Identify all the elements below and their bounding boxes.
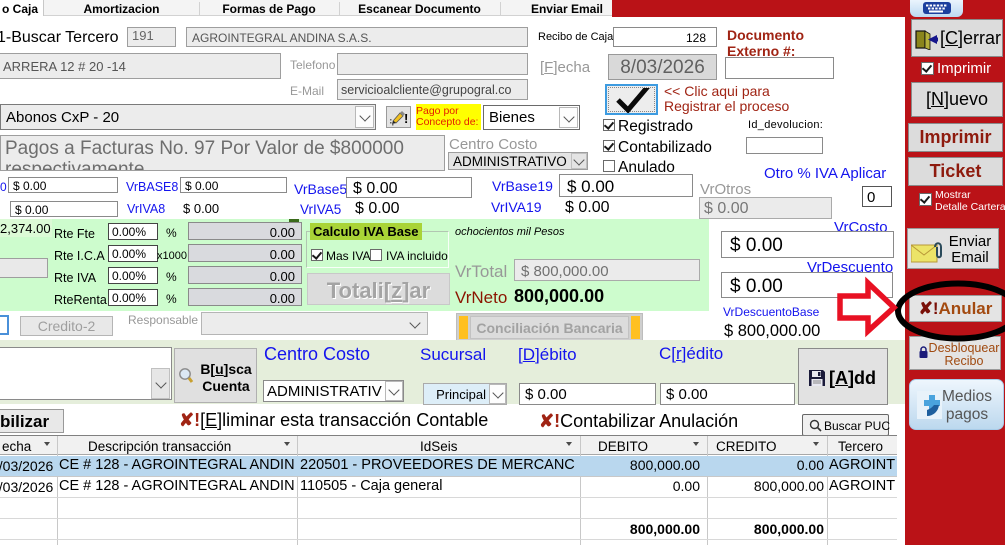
svg-text:!: ! — [404, 111, 408, 126]
